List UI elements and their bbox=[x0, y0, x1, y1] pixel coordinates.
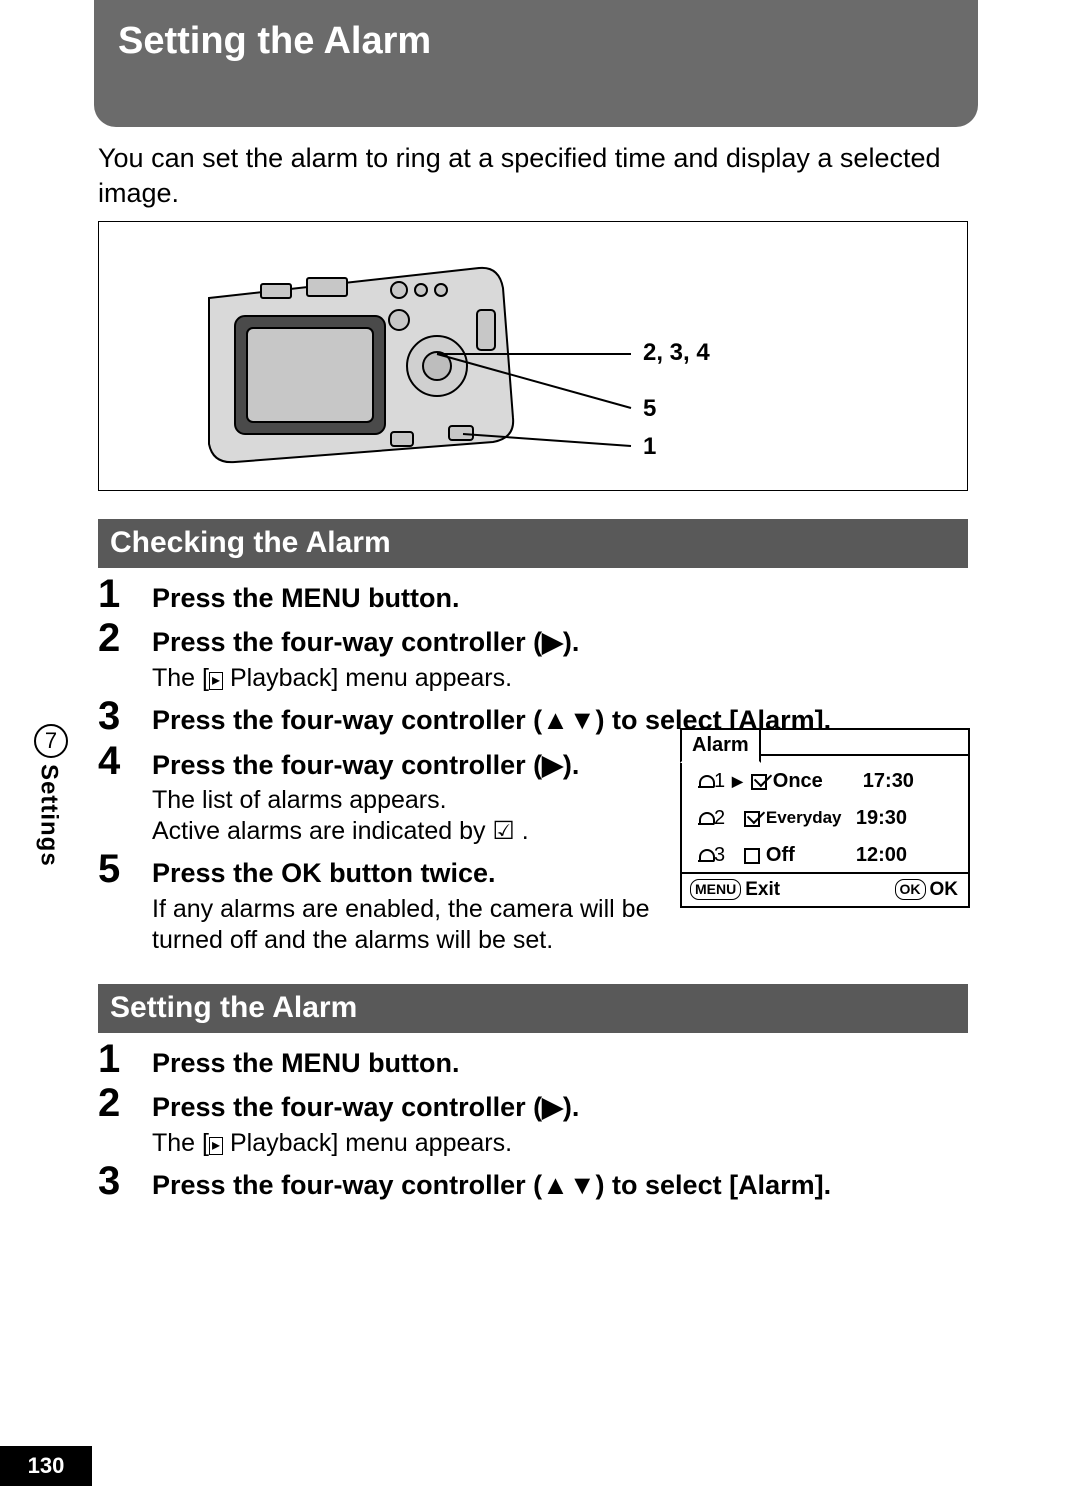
step-number: 4 bbox=[98, 741, 152, 781]
step-number: 1 bbox=[98, 574, 152, 614]
step-note: If any alarms are enabled, the camera wi… bbox=[152, 894, 712, 957]
step-title: Press the four-way controller (▶). bbox=[152, 747, 712, 783]
step: 2 Press the four-way controller (▶). The… bbox=[98, 1083, 990, 1159]
section-tab: 7 Settings bbox=[32, 724, 70, 867]
step-title: Press the MENU button. bbox=[152, 1045, 990, 1081]
checkbox-unchecked-icon bbox=[744, 848, 760, 864]
step: 1 Press the MENU button. bbox=[98, 574, 990, 616]
step-title: Press the four-way controller (▶). bbox=[152, 624, 990, 660]
playback-icon: ▸ bbox=[209, 672, 223, 690]
section-number: 7 bbox=[34, 724, 68, 758]
subheader-setting: Setting the Alarm bbox=[98, 984, 968, 1033]
alarm-icon bbox=[698, 811, 714, 827]
callout-1: 2, 3, 4 bbox=[643, 339, 710, 366]
step-note: The [▸ Playback] menu appears. bbox=[152, 663, 990, 694]
step-title: Press the OK button twice. bbox=[152, 855, 712, 891]
step-title: Press the MENU button. bbox=[152, 580, 990, 616]
alarm-footer: MENUExit OKOK bbox=[682, 872, 968, 906]
alarm-screen-tab: Alarm bbox=[680, 728, 761, 763]
step-number: 2 bbox=[98, 618, 152, 658]
selection-cursor-icon: ▶ bbox=[732, 772, 743, 791]
callout-2: 5 bbox=[643, 395, 656, 422]
step-note: The list of alarms appears. Active alarm… bbox=[152, 785, 712, 848]
step: 2 Press the four-way controller (▶). The… bbox=[98, 618, 990, 694]
callout-3: 1 bbox=[643, 433, 656, 460]
step-number: 3 bbox=[98, 696, 152, 736]
step: 1 Press the MENU button. bbox=[98, 1039, 990, 1081]
intro-text: You can set the alarm to ring at a speci… bbox=[98, 141, 990, 211]
callout-lines: 2, 3, 4 5 1 bbox=[99, 222, 969, 492]
section-label: Settings bbox=[32, 764, 64, 867]
step-title: Press the four-way controller (▲▼) to se… bbox=[152, 1167, 990, 1203]
page-number: 130 bbox=[0, 1446, 92, 1486]
step-number: 5 bbox=[98, 849, 152, 889]
page-title: Setting the Alarm bbox=[94, 0, 978, 127]
checkbox-checked-icon bbox=[744, 811, 760, 827]
alarm-icon bbox=[698, 774, 714, 790]
alarm-row: 2 Everyday 19:30 bbox=[682, 799, 968, 836]
playback-icon: ▸ bbox=[209, 1137, 223, 1155]
step-number: 2 bbox=[98, 1083, 152, 1123]
alarm-row: 3 Off 12:00 bbox=[682, 836, 968, 873]
step-number: 3 bbox=[98, 1161, 152, 1201]
subheader-checking: Checking the Alarm bbox=[98, 519, 968, 568]
step-title: Press the four-way controller (▶). bbox=[152, 1089, 990, 1125]
alarm-screen: Alarm 1 ▶ Once 17:30 2 Everyday 19:30 3 bbox=[680, 728, 970, 908]
camera-illustration: 2, 3, 4 5 1 bbox=[98, 221, 968, 491]
ok-button-icon: OK bbox=[895, 879, 926, 900]
alarm-icon bbox=[698, 848, 714, 864]
step-number: 1 bbox=[98, 1039, 152, 1079]
step: 3 Press the four-way controller (▲▼) to … bbox=[98, 1161, 990, 1203]
step-note: The [▸ Playback] menu appears. bbox=[152, 1128, 990, 1159]
menu-button-icon: MENU bbox=[690, 879, 741, 900]
checkbox-checked-icon bbox=[751, 774, 767, 790]
alarm-row: 1 ▶ Once 17:30 bbox=[682, 762, 968, 799]
